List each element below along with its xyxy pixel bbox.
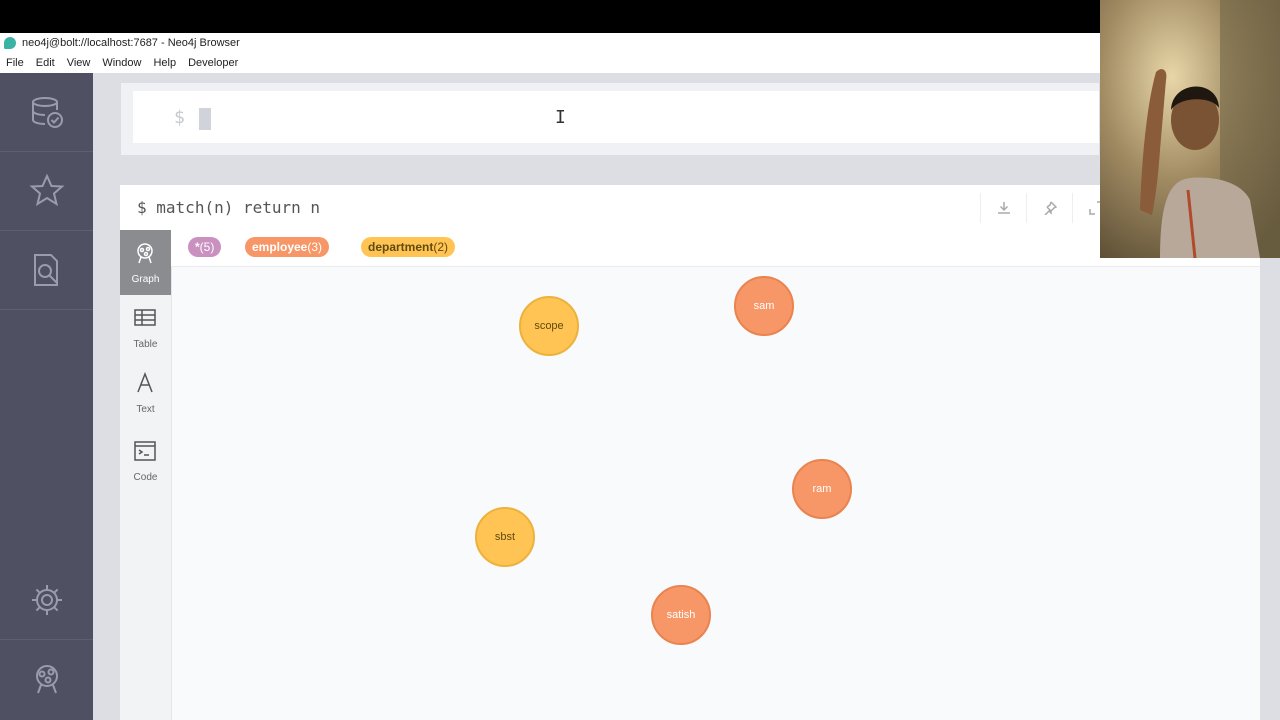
window-titlebar: neo4j@bolt://localhost:7687 - Neo4j Brow… [0,33,1100,53]
graph-node[interactable]: sam [734,276,794,336]
sidebar-settings[interactable] [0,561,93,640]
badge-all-nodes[interactable]: *(5) [188,237,222,257]
tab-text[interactable]: Text [120,360,171,425]
table-icon [134,309,156,326]
badge-employee[interactable]: employee(3) [245,237,330,257]
view-tabs: Graph Table Text Code [120,230,172,720]
webcam-overlay [1100,0,1280,258]
download-icon [998,202,1010,214]
tab-graph[interactable]: Graph [120,230,171,295]
menu-view[interactable]: View [67,57,91,69]
database-icon [31,97,63,128]
menu-developer[interactable]: Developer [188,57,238,69]
pin-button[interactable] [1026,193,1073,223]
gear-icon [31,585,62,615]
editor-input[interactable]: $ [133,91,1099,143]
text-cursor [199,108,211,130]
sidebar-documents[interactable] [0,231,93,310]
graph-canvas[interactable]: scope sam ram sbst satish [171,267,1260,720]
menu-file[interactable]: File [6,57,24,69]
editor-prompt: $ [174,107,185,128]
tab-table[interactable]: Table [120,295,171,360]
graph-node[interactable]: scope [519,296,579,356]
frame-header: $ match(n) return n [120,185,1260,231]
star-icon [28,173,65,207]
frame-query-prompt: $ [137,198,147,217]
presenter-video [1100,0,1280,258]
badge-department[interactable]: department(2) [361,237,456,257]
neo4j-logo-icon [35,665,58,694]
top-black-bar [0,0,1280,33]
text-icon [137,372,153,393]
sidebar-favorites[interactable] [0,152,93,231]
graph-node[interactable]: satish [651,585,711,645]
label-badges: *(5) employee(3) department(2) [171,230,1260,267]
sidebar [0,73,93,720]
menu-help[interactable]: Help [153,57,176,69]
graph-icon [137,243,153,264]
search-document-icon [33,254,58,286]
tab-graph-label: Graph [131,274,160,285]
sidebar-database[interactable] [0,73,93,152]
tab-code[interactable]: Code [120,428,171,493]
tab-text-label: Text [136,404,155,415]
frame-query-text: match(n) return n [156,198,321,217]
graph-node[interactable]: ram [792,459,852,519]
query-editor: $ [121,83,1099,155]
window-title: neo4j@bolt://localhost:7687 - Neo4j Brow… [22,37,240,49]
tab-table-label: Table [133,339,158,350]
menu-edit[interactable]: Edit [36,57,55,69]
sidebar-about[interactable] [0,640,93,718]
menu-bar: File Edit View Window Help Developer [0,53,1280,73]
neo4j-app-icon [4,37,16,49]
frame-query[interactable]: $ match(n) return n [137,198,320,217]
menu-window[interactable]: Window [102,57,141,69]
graph-node[interactable]: sbst [475,507,535,567]
code-icon [134,441,156,461]
result-frame: $ match(n) return n Graph Table Text Cod… [120,185,1260,720]
pin-icon [1044,201,1057,215]
download-button[interactable] [980,193,1027,223]
mouse-ibeam-cursor: I [555,107,566,128]
tab-code-label: Code [133,472,158,483]
